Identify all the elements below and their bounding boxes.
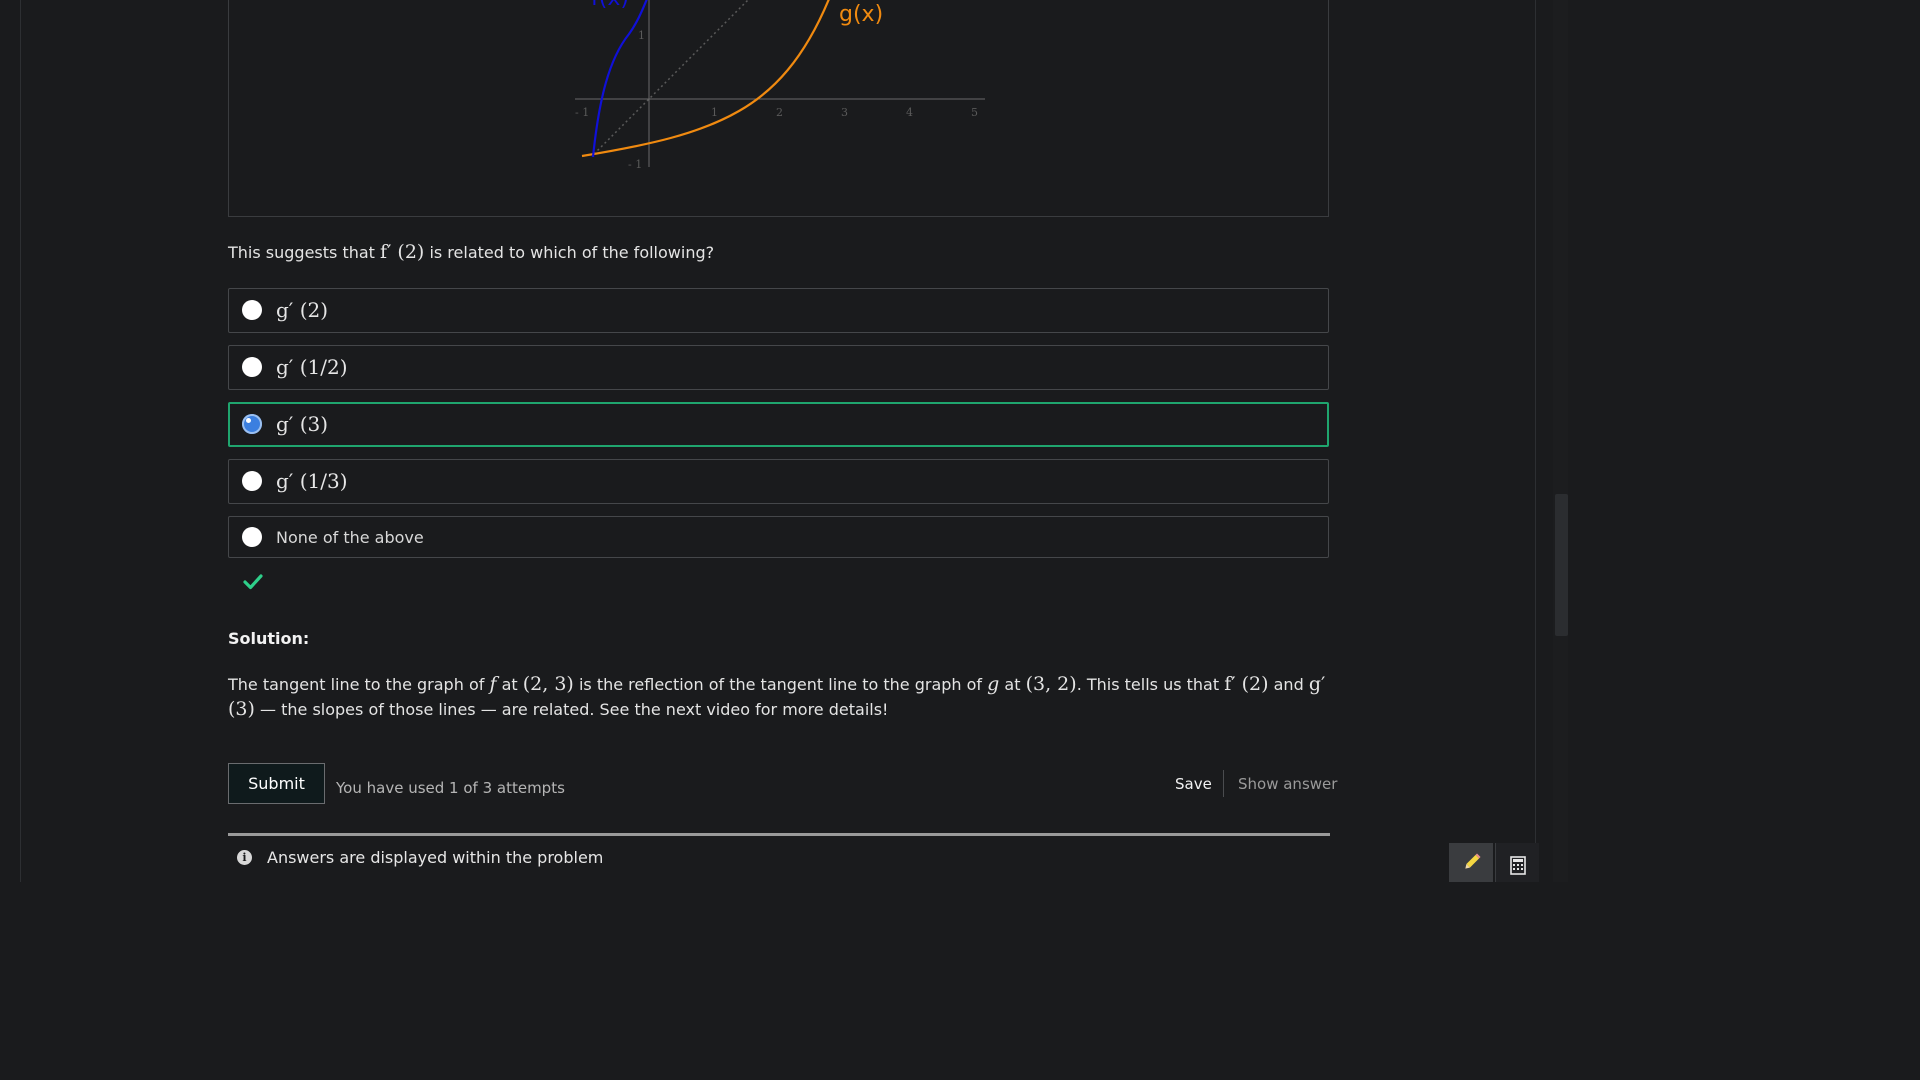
correct-check-icon	[243, 574, 263, 590]
save-button[interactable]: Save	[1175, 775, 1212, 793]
solution-text-part: at	[1004, 675, 1021, 694]
question-prefix: This suggests that	[228, 243, 375, 262]
page-border-right	[1535, 0, 1536, 882]
page-border-left	[20, 0, 21, 882]
solution-heading: Solution:	[228, 629, 310, 648]
question-math: f′ (2)	[380, 241, 425, 263]
attempts-counter: You have used 1 of 3 attempts	[336, 779, 565, 797]
notice-divider	[228, 833, 1330, 836]
solution-text-part: is the reflection of the tangent line to…	[578, 675, 983, 694]
x-tick-label: 2	[776, 106, 783, 119]
solution-text-part: at	[501, 675, 518, 694]
choice-label: None of the above	[276, 528, 424, 547]
graph-panel: - 1 1 2 3 4 5 1 - 1 g(x) f(x)	[228, 0, 1329, 217]
x-tick-label: 1	[711, 106, 718, 119]
solution-math: (2, 3)	[522, 673, 574, 695]
g-curve	[581, 0, 830, 158]
choice-label: g′ (1/3)	[276, 469, 348, 493]
notice-text: Answers are displayed within the problem	[267, 848, 604, 867]
solution-text: The tangent line to the graph of f at (2…	[228, 672, 1330, 722]
pencil-icon	[1465, 853, 1481, 869]
solution-text-part: The tangent line to the graph of	[228, 675, 485, 694]
calculator-tool-button[interactable]	[1495, 843, 1539, 882]
x-tick-label: - 1	[575, 106, 589, 119]
solution-text-part: . This tells us that	[1076, 675, 1220, 694]
y-tick-label: 1	[638, 29, 645, 42]
info-icon: i	[237, 850, 252, 865]
choice-option-3[interactable]: g′ (3)	[228, 402, 1329, 447]
choice-label: g′ (3)	[276, 412, 329, 436]
identity-line	[593, 0, 750, 155]
radio-button-selected[interactable]	[242, 414, 262, 434]
solution-text-part: and	[1273, 675, 1304, 694]
scrollbar[interactable]	[1553, 0, 1568, 882]
radio-button[interactable]	[242, 471, 262, 491]
function-graph: - 1 1 2 3 4 5 1 - 1 g(x) f(x)	[575, 0, 985, 171]
x-tick-label: 5	[971, 106, 978, 119]
x-tick-label: 3	[841, 106, 848, 119]
action-divider	[1223, 770, 1224, 797]
f-curve	[591, 0, 648, 158]
radio-button[interactable]	[242, 357, 262, 377]
x-tick-label: 4	[906, 106, 913, 119]
submit-button[interactable]: Submit	[228, 763, 325, 804]
question-suffix: is related to which of the following?	[429, 243, 715, 262]
radio-button[interactable]	[242, 527, 262, 547]
g-curve-label: g(x)	[839, 2, 883, 27]
choice-label: g′ (2)	[276, 298, 329, 322]
pencil-tool-button[interactable]	[1449, 843, 1493, 882]
solution-text-part: — the slopes of those lines — are relate…	[260, 700, 889, 719]
choice-option-4[interactable]: g′ (1/3)	[228, 459, 1329, 504]
show-answer-button[interactable]: Show answer	[1238, 775, 1337, 793]
f-curve-label: f(x)	[591, 0, 629, 11]
choice-option-1[interactable]: g′ (2)	[228, 288, 1329, 333]
solution-math: f′ (2)	[1224, 673, 1269, 695]
solution-math: f	[489, 673, 497, 695]
calculator-icon	[1510, 856, 1526, 875]
solution-math: g	[987, 673, 1000, 695]
scrollbar-thumb[interactable]	[1555, 494, 1568, 636]
choice-option-2[interactable]: g′ (1/2)	[228, 345, 1329, 390]
question-text: This suggests that f′ (2) is related to …	[228, 241, 714, 263]
y-tick-label: - 1	[628, 158, 642, 171]
choice-option-5[interactable]: None of the above	[228, 516, 1329, 558]
choice-label: g′ (1/2)	[276, 355, 348, 379]
solution-math: (3, 2)	[1025, 673, 1077, 695]
radio-button[interactable]	[242, 300, 262, 320]
